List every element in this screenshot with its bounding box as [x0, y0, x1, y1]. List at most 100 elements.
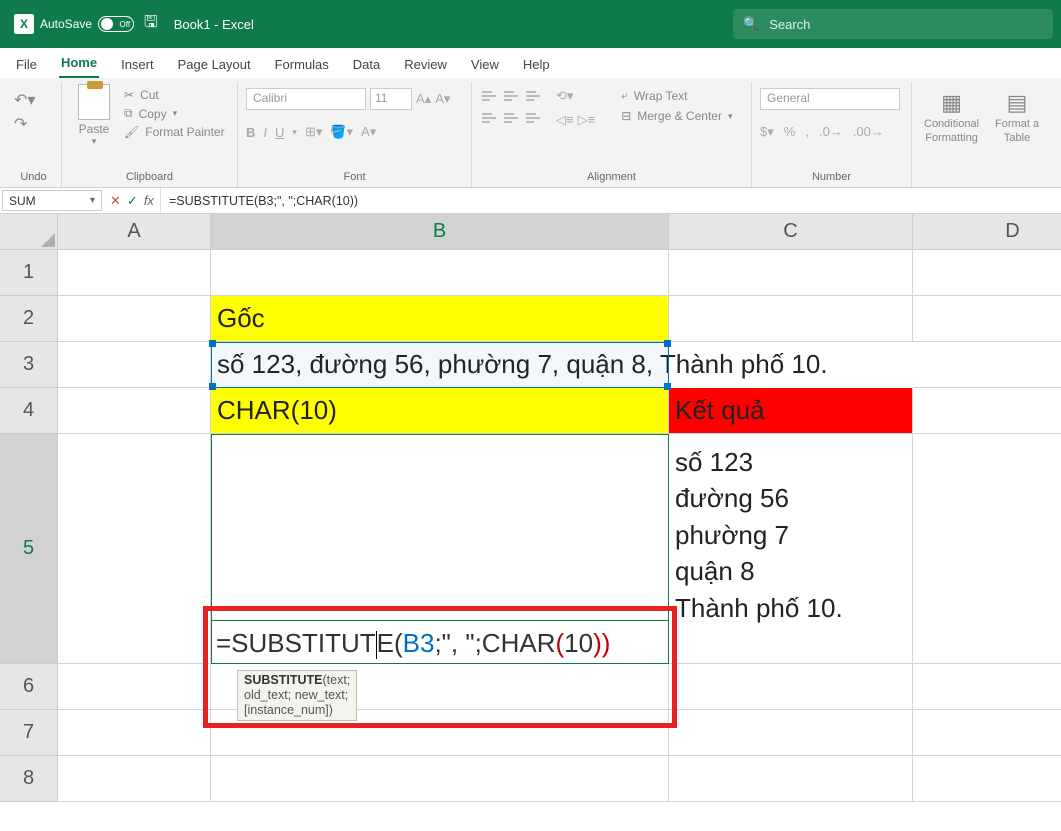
name-box[interactable]: SUM ▾ — [2, 190, 102, 211]
decrease-font-icon[interactable]: A▾ — [435, 91, 450, 107]
cell-B4[interactable]: CHAR(10) — [211, 388, 669, 434]
cell-B2[interactable]: Gốc — [211, 296, 669, 342]
formula-input[interactable]: =SUBSTITUTE(B3;", ";CHAR(10)) — [161, 188, 1061, 213]
font-name-select[interactable]: Calibri — [246, 88, 366, 110]
tab-home[interactable]: Home — [59, 49, 99, 78]
copy-button[interactable]: Copy — [139, 107, 167, 121]
cell-A3[interactable] — [58, 342, 211, 388]
italic-button[interactable]: I — [263, 125, 267, 140]
title-bar: X AutoSave Off 🖫 Book1 - Excel 🔍 Search — [0, 0, 1061, 48]
alignment-group-label: Alignment — [480, 171, 743, 185]
cell-A7[interactable] — [58, 710, 211, 756]
fill-color-button[interactable]: 🪣▾ — [330, 124, 353, 140]
percent-format-button[interactable]: % — [784, 124, 796, 140]
border-button[interactable]: ⊞▾ — [305, 124, 322, 140]
document-title: Book1 - Excel — [174, 17, 254, 32]
cell-C4[interactable]: Kết quả — [669, 388, 913, 434]
decrease-indent-button[interactable]: ◁≡ — [556, 112, 574, 128]
increase-decimal-button[interactable]: .0→ — [819, 124, 843, 140]
menu-tabs: File Home Insert Page Layout Formulas Da… — [0, 48, 1061, 78]
search-box[interactable]: 🔍 Search — [733, 9, 1053, 39]
autosave-toggle[interactable]: Off — [98, 16, 134, 32]
autosave-state: Off — [120, 20, 131, 29]
cell-B3[interactable]: số 123, đường 56, phường 7, quận 8, Thàn… — [211, 342, 669, 388]
vertical-align-buttons[interactable] — [480, 88, 542, 102]
tab-view[interactable]: View — [469, 51, 501, 78]
cell-A6[interactable] — [58, 664, 211, 710]
decrease-decimal-button[interactable]: .00→ — [853, 124, 884, 140]
row-header-7[interactable]: 7 — [0, 710, 58, 756]
cell-D4[interactable] — [913, 388, 1061, 434]
cell-D6[interactable] — [913, 664, 1061, 710]
conditional-formatting-button[interactable]: ▦ Conditional Formatting — [920, 88, 983, 146]
cell-C5[interactable]: số 123 đường 56 phường 7 quận 8 Thành ph… — [669, 434, 913, 664]
orientation-button[interactable]: ⟲▾ — [556, 88, 595, 104]
row-header-3[interactable]: 3 — [0, 342, 58, 388]
horizontal-align-buttons[interactable] — [480, 110, 542, 124]
cell-C8[interactable] — [669, 756, 913, 802]
namebox-dropdown-icon[interactable]: ▾ — [90, 195, 95, 206]
col-header-A[interactable]: A — [58, 214, 211, 250]
tab-formulas[interactable]: Formulas — [273, 51, 331, 78]
search-icon: 🔍 — [743, 16, 759, 32]
cell-D8[interactable] — [913, 756, 1061, 802]
cell-A2[interactable] — [58, 296, 211, 342]
increase-indent-button[interactable]: ▷≡ — [578, 112, 596, 128]
wrap-text-button[interactable]: Wrap Text — [634, 89, 688, 103]
undo-group-label: Undo — [14, 171, 53, 185]
tab-insert[interactable]: Insert — [119, 51, 156, 78]
format-as-table-button[interactable]: ▤ Format a Table — [991, 88, 1043, 146]
number-format-select[interactable]: General — [760, 88, 900, 110]
format-painter-button[interactable]: Format Painter — [145, 125, 224, 139]
underline-button[interactable]: U — [275, 125, 284, 140]
cell-C1[interactable] — [669, 250, 913, 296]
col-header-B[interactable]: B — [211, 214, 669, 250]
font-size-select[interactable]: 11 — [370, 88, 412, 110]
cell-A4[interactable] — [58, 388, 211, 434]
cell-A8[interactable] — [58, 756, 211, 802]
font-color-button[interactable]: A▾ — [361, 124, 376, 140]
cancel-formula-button[interactable]: ✕ — [110, 193, 121, 209]
row-header-6[interactable]: 6 — [0, 664, 58, 710]
cell-C2[interactable] — [669, 296, 913, 342]
cell-A1[interactable] — [58, 250, 211, 296]
tab-help[interactable]: Help — [521, 51, 552, 78]
cell-B8[interactable] — [211, 756, 669, 802]
tab-file[interactable]: File — [14, 51, 39, 78]
cell-C7[interactable] — [669, 710, 913, 756]
row-header-8[interactable]: 8 — [0, 756, 58, 802]
paste-button[interactable]: Paste — [79, 122, 110, 136]
cell-D2[interactable] — [913, 296, 1061, 342]
cell-B5-editing[interactable]: =SUBSTITUTE(B3;", ";CHAR(10)) — [211, 620, 669, 664]
cell-D7[interactable] — [913, 710, 1061, 756]
col-header-C[interactable]: C — [669, 214, 913, 250]
merge-center-button[interactable]: Merge & Center — [637, 109, 722, 123]
tab-review[interactable]: Review — [402, 51, 449, 78]
col-header-D[interactable]: D — [913, 214, 1061, 250]
enter-formula-button[interactable]: ✓ — [127, 193, 138, 209]
autosave-group: AutoSave Off — [40, 16, 134, 32]
row-header-5[interactable]: 5 — [0, 434, 58, 664]
cell-D5[interactable] — [913, 434, 1061, 664]
row-header-2[interactable]: 2 — [0, 296, 58, 342]
cell-D3[interactable] — [913, 342, 1061, 388]
insert-function-button[interactable]: fx — [144, 193, 154, 208]
font-group-label: Font — [246, 171, 463, 185]
select-all-corner[interactable] — [0, 214, 58, 250]
row-header-4[interactable]: 4 — [0, 388, 58, 434]
redo-button[interactable]: ↷ — [14, 114, 53, 134]
row-header-1[interactable]: 1 — [0, 250, 58, 296]
increase-font-icon[interactable]: A▴ — [416, 91, 431, 107]
cell-D1[interactable] — [913, 250, 1061, 296]
cell-C6[interactable] — [669, 664, 913, 710]
bold-button[interactable]: B — [246, 125, 255, 140]
comma-format-button[interactable]: , — [805, 124, 809, 140]
cell-B1[interactable] — [211, 250, 669, 296]
cut-button[interactable]: Cut — [140, 88, 159, 102]
accounting-format-button[interactable]: $▾ — [760, 124, 774, 140]
undo-button[interactable]: ↶▾ — [14, 90, 53, 110]
tab-data[interactable]: Data — [351, 51, 382, 78]
cell-A5[interactable] — [58, 434, 211, 664]
tab-page-layout[interactable]: Page Layout — [176, 51, 253, 78]
save-icon[interactable]: 🖫 — [144, 11, 158, 38]
